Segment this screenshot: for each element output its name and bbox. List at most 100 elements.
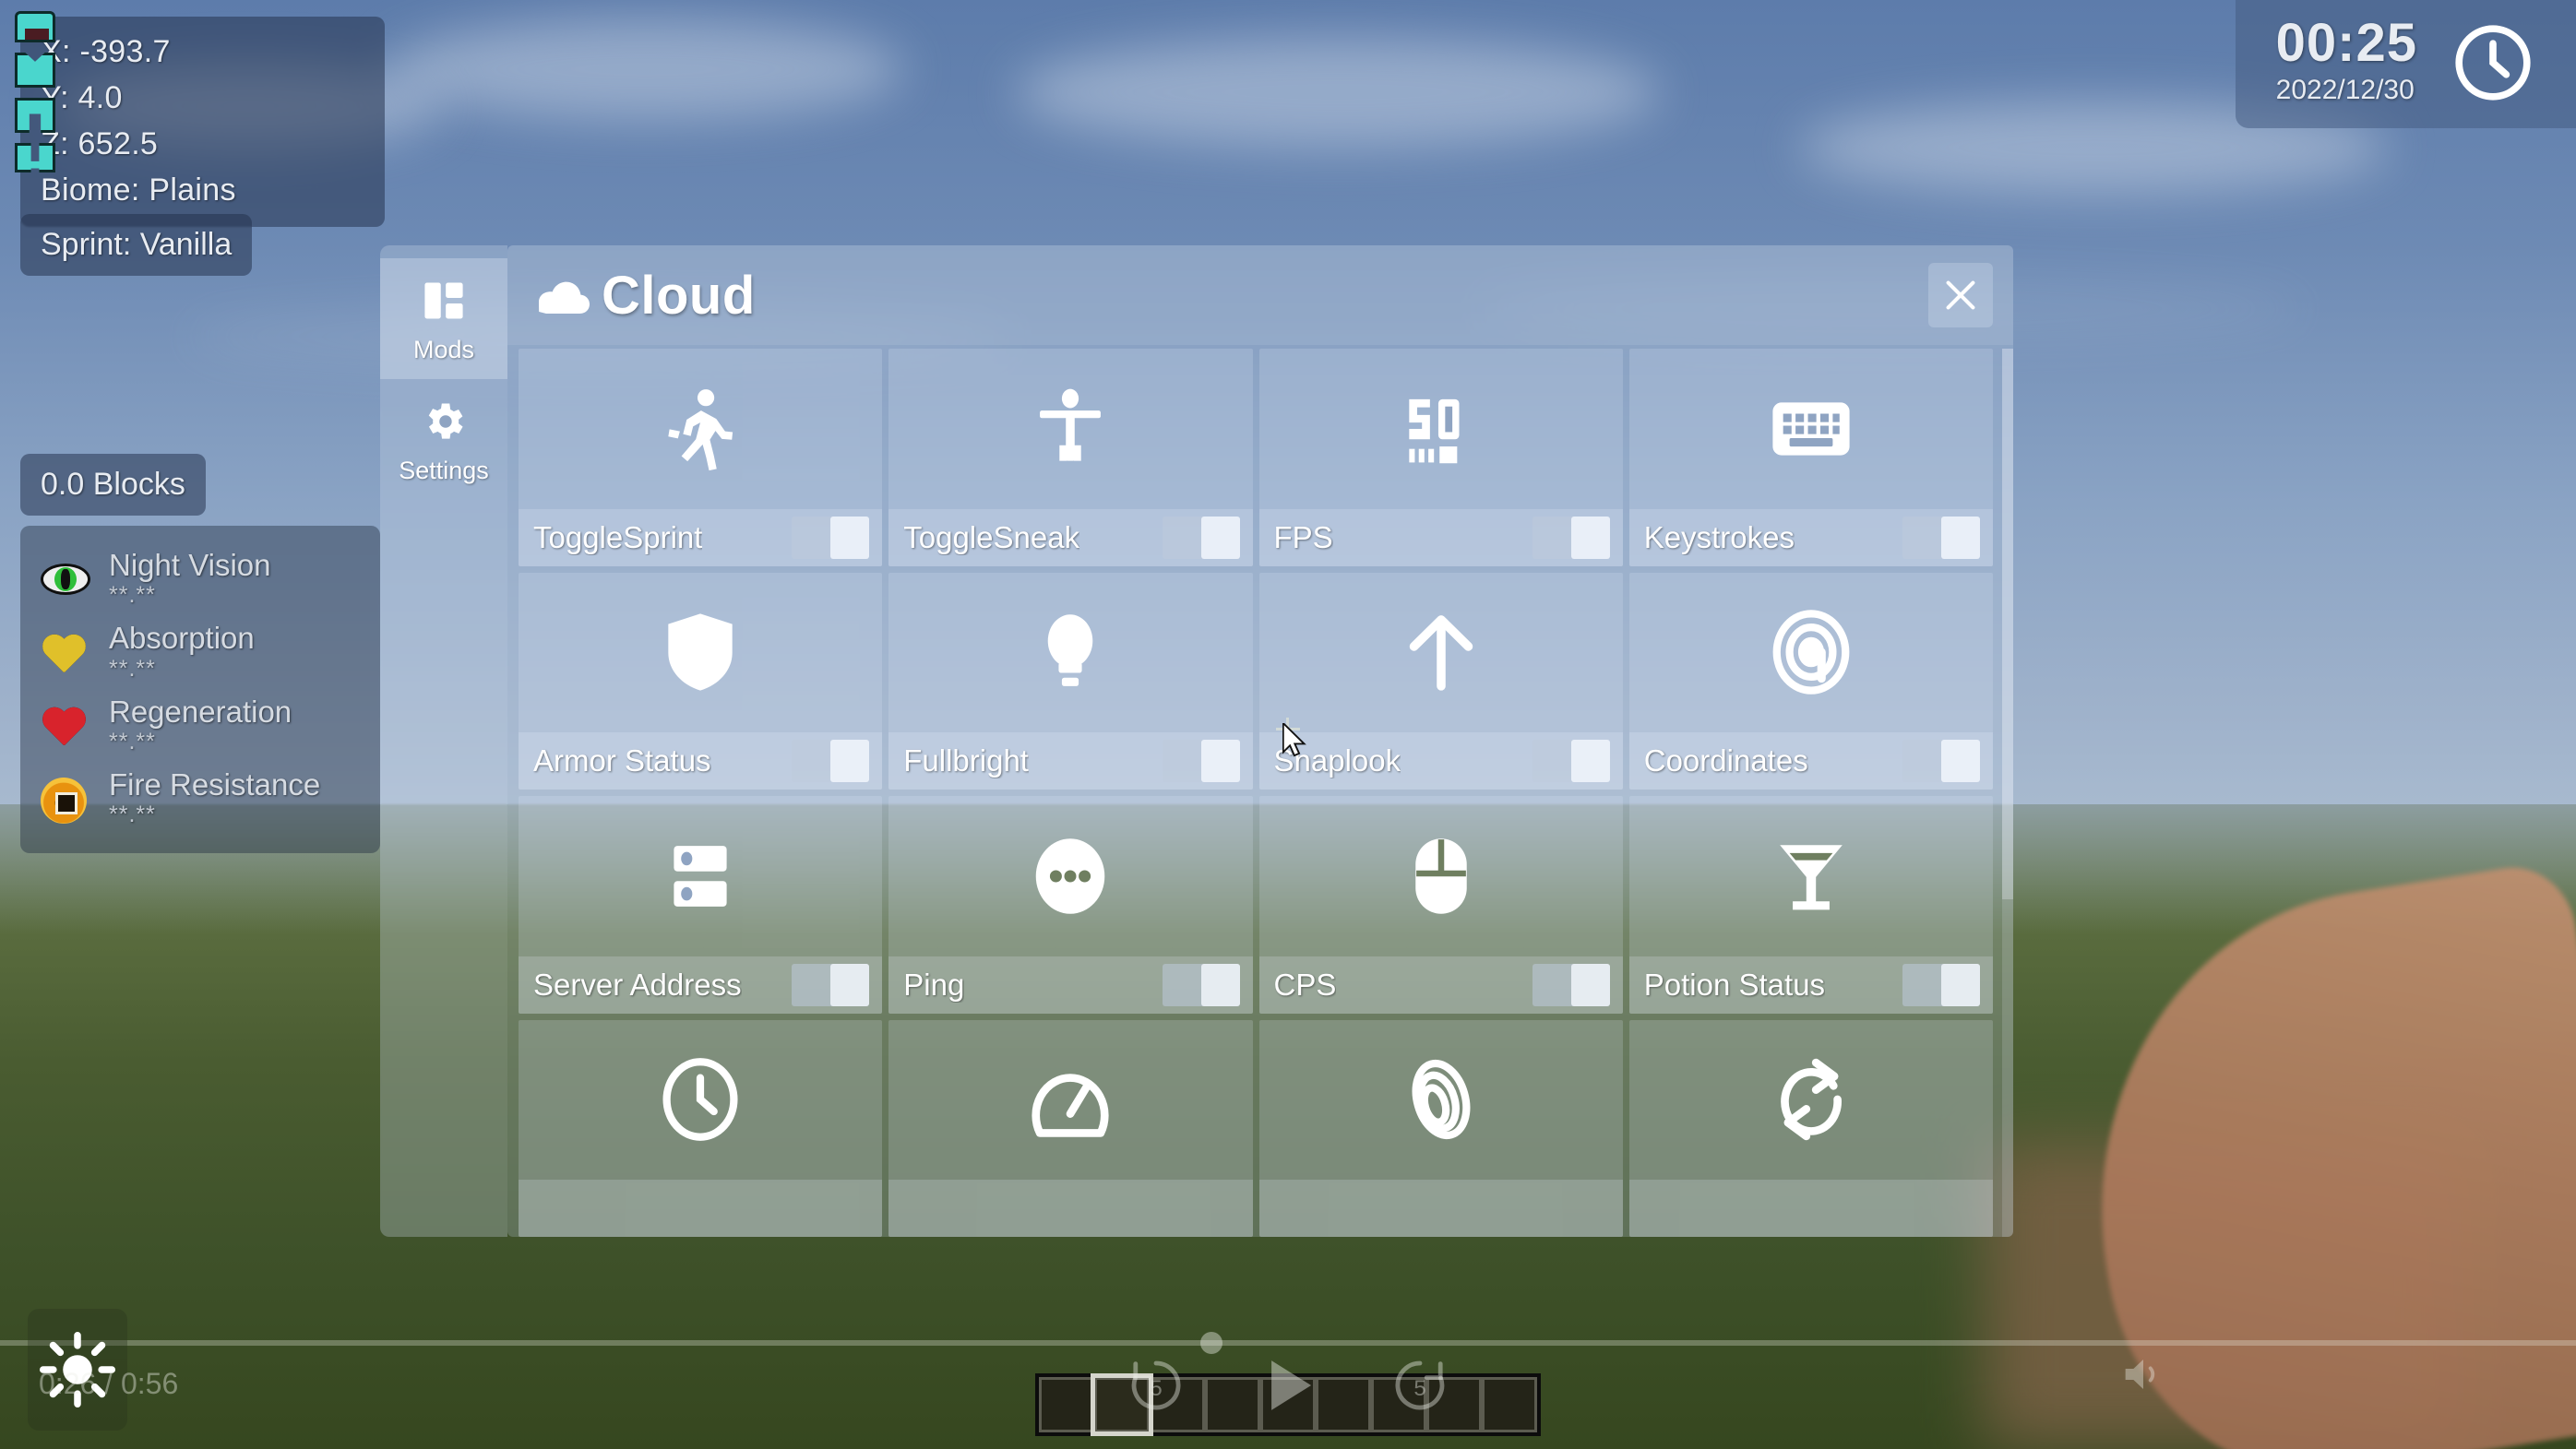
- hotbar-slot[interactable]: [1205, 1377, 1260, 1432]
- clock-date: 2022/12/30: [2275, 75, 2415, 105]
- mod-toggle[interactable]: [792, 740, 870, 782]
- mod-toggle[interactable]: [1902, 740, 1980, 782]
- sidebar-item-mods[interactable]: Mods: [380, 258, 507, 379]
- blocks-hud: 0.0 Blocks: [20, 454, 206, 516]
- mod-tile-footer: [519, 1180, 883, 1237]
- mod-toggle[interactable]: [1162, 963, 1240, 1006]
- clock-hud: 00:25 2022/12/30: [2235, 0, 2576, 128]
- mod-tile-server-address[interactable]: Server Address: [519, 796, 883, 1014]
- potion-duration: **.**: [109, 728, 156, 754]
- mod-tile-cps[interactable]: CPS: [1258, 796, 1623, 1014]
- potion-status-hud: Night Vision **.** Absorption **.** Rege…: [20, 526, 380, 854]
- sidebar-item-label: Settings: [399, 457, 489, 484]
- hotbar-slot[interactable]: [1482, 1377, 1537, 1432]
- mod-label: Server Address: [533, 967, 742, 1002]
- mod-tile-footer: ToggleSneak: [888, 508, 1253, 566]
- sidebar-item-settings[interactable]: Settings: [380, 379, 507, 500]
- mod-tile-footer: [1258, 1180, 1623, 1237]
- mod-tile-footer: [888, 1180, 1253, 1237]
- mod-tile-footer: [1628, 1180, 1993, 1237]
- mod-toggle[interactable]: [792, 963, 870, 1006]
- mod-tile-togglesprint[interactable]: ToggleSprint: [519, 349, 883, 566]
- menu-sidebar: Mods Settings: [380, 245, 507, 1237]
- cloud-puff: [388, 18, 904, 120]
- potion-name: Absorption: [109, 621, 255, 656]
- mod-tile-row4-clock[interactable]: [519, 1019, 883, 1237]
- mods-panel: Cloud ToggleSprint ToggleSneak FPS Keyst…: [507, 245, 2013, 1237]
- hotbar-slot[interactable]: [1371, 1377, 1426, 1432]
- mods-grid: ToggleSprint ToggleSneak FPS Keystrokes …: [519, 349, 1993, 1237]
- mod-tile-fps[interactable]: FPS: [1258, 349, 1623, 566]
- hotbar[interactable]: [1035, 1373, 1541, 1436]
- mod-tile-row4-chunk-rings[interactable]: [1258, 1019, 1623, 1237]
- potion-name: Fire Resistance: [109, 766, 321, 802]
- mod-tile-snaplook[interactable]: Snaplook: [1258, 572, 1623, 790]
- mod-toggle[interactable]: [1162, 516, 1240, 559]
- hotbar-slot-selected[interactable]: [1091, 1373, 1153, 1436]
- close-icon[interactable]: [1928, 263, 1993, 327]
- mod-tile-footer: CPS: [1258, 956, 1623, 1014]
- hotbar-slot[interactable]: [1150, 1377, 1205, 1432]
- mod-tile-row4-refresh[interactable]: [1628, 1019, 1993, 1237]
- hotbar-slot[interactable]: [1039, 1377, 1094, 1432]
- potion-row: Absorption **.**: [30, 615, 371, 688]
- mod-label: ToggleSprint: [533, 519, 703, 554]
- fps-60-icon: [1259, 349, 1623, 509]
- mod-label: Ping: [903, 967, 965, 1002]
- mod-tile-ping[interactable]: Ping: [888, 796, 1253, 1014]
- mod-tile-potion-status[interactable]: Potion Status: [1628, 796, 1993, 1014]
- mod-label: Keystrokes: [1643, 519, 1795, 554]
- mod-toggle[interactable]: [1902, 963, 1980, 1006]
- arrow-up-icon: [1259, 573, 1623, 733]
- mod-tile-armor-status[interactable]: Armor Status: [519, 572, 883, 790]
- shield-icon: [519, 573, 882, 733]
- dashboard-grid-icon: [380, 275, 507, 327]
- target-at-icon: [1629, 573, 1993, 733]
- cloud-icon: [531, 272, 594, 318]
- mouse-cursor: [1282, 723, 1310, 758]
- page-title: Cloud: [602, 265, 756, 326]
- coordinates-hud: X: -393.7 Y: 4.0 Z: 652.5 Biome: Plains: [20, 17, 385, 227]
- mouse-icon: [1259, 796, 1623, 956]
- mod-tile-row4-speedometer[interactable]: [888, 1019, 1253, 1237]
- coordinate-x: X: -393.7: [41, 34, 171, 69]
- potion-duration: **.**: [109, 802, 156, 828]
- sidebar-item-label: Mods: [412, 336, 475, 363]
- mod-toggle[interactable]: [1532, 740, 1610, 782]
- mod-tile-fullbright[interactable]: Fullbright: [888, 572, 1253, 790]
- clock-icon: [2449, 18, 2537, 107]
- hotbar-slot[interactable]: [1316, 1377, 1371, 1432]
- mod-tile-footer: Keystrokes: [1628, 508, 1993, 566]
- clock-outline-icon: [519, 1020, 882, 1181]
- mod-tile-coordinates[interactable]: Coordinates: [1628, 572, 1993, 790]
- mod-label: CPS: [1273, 967, 1337, 1002]
- refresh-sync-icon: [1629, 1020, 1993, 1181]
- mod-label: FPS: [1273, 519, 1333, 554]
- screen: X: -393.7 Y: 4.0 Z: 652.5 Biome: Plains …: [0, 0, 2576, 1449]
- mod-label: Potion Status: [1643, 967, 1826, 1002]
- mod-tile-keystrokes[interactable]: Keystrokes: [1628, 349, 1993, 566]
- hotbar-slot[interactable]: [1260, 1377, 1316, 1432]
- panel-header: Cloud: [507, 245, 2013, 345]
- mod-label: Fullbright: [903, 743, 1029, 778]
- mod-tile-footer: Ping: [888, 956, 1253, 1014]
- potion-glass-icon: [1629, 796, 1993, 956]
- coordinate-y: Y: 4.0: [41, 79, 123, 115]
- mod-toggle[interactable]: [1162, 740, 1240, 782]
- potion-row: Regeneration **.**: [30, 689, 371, 762]
- mod-toggle[interactable]: [1902, 516, 1980, 559]
- mod-toggle[interactable]: [792, 516, 870, 559]
- hotbar-slot[interactable]: [1426, 1377, 1482, 1432]
- night-vision-icon: [41, 554, 90, 604]
- mod-tile-footer: Server Address: [519, 956, 883, 1014]
- mod-tile-togglesneak[interactable]: ToggleSneak: [888, 349, 1253, 566]
- potion-name: Regeneration: [109, 694, 292, 729]
- regeneration-heart-icon: [41, 700, 90, 750]
- panel-scrollbar-thumb[interactable]: [2002, 349, 2013, 900]
- clock-time: 00:25: [2275, 13, 2417, 73]
- mod-toggle[interactable]: [1532, 516, 1610, 559]
- panel-scrollbar[interactable]: [2002, 349, 2013, 1237]
- keyboard-icon: [1629, 349, 1993, 509]
- mod-label: Armor Status: [533, 743, 711, 778]
- mod-toggle[interactable]: [1532, 963, 1610, 1006]
